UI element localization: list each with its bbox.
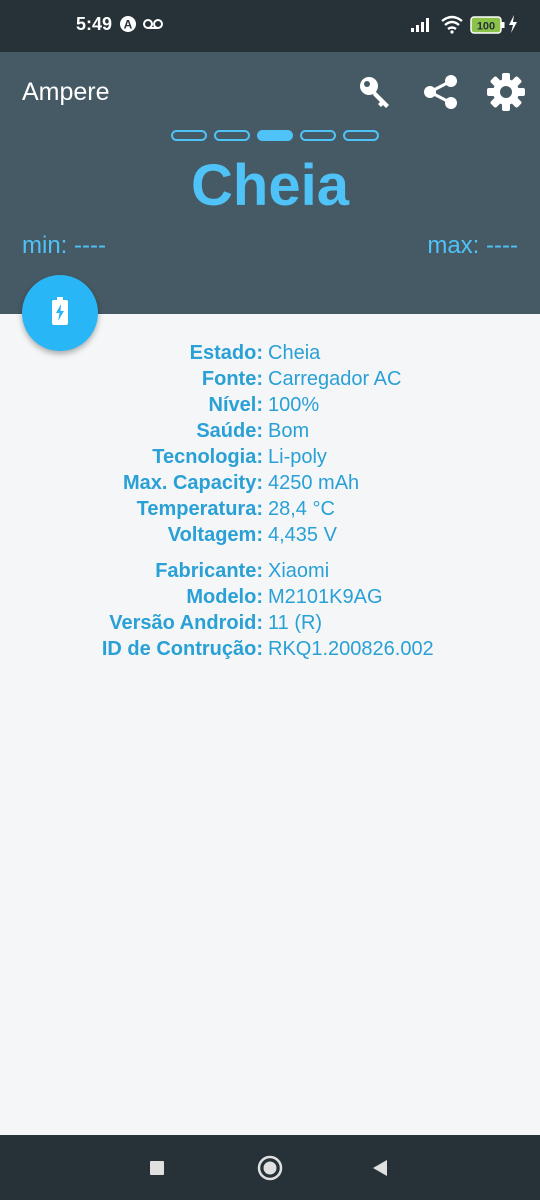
info-row: Modelo: M2101K9AG	[0, 584, 540, 610]
info-row: Nível: 100%	[0, 392, 540, 418]
page-indicator-dot[interactable]	[171, 130, 207, 141]
info-row: Fonte: Carregador AC	[0, 366, 540, 392]
battery-info-panel: Estado: Cheia Fonte: Carregador AC Nível: 1…	[0, 340, 540, 662]
key-icon[interactable]	[356, 72, 396, 112]
auto-icon: A	[118, 14, 138, 36]
max-value: max: ----	[427, 232, 518, 259]
info-value: 4,435 V	[268, 524, 337, 546]
wifi-icon	[440, 14, 464, 36]
system-nav-bar	[0, 1135, 540, 1200]
charging-icon	[508, 14, 518, 36]
battery-charging-icon	[50, 296, 70, 331]
info-label: Fonte:	[201, 368, 263, 390]
info-value: M2101K9AG	[268, 586, 383, 608]
info-label: Saúde:	[196, 420, 263, 442]
app-title: Ampere	[22, 78, 110, 106]
info-label: Temperatura:	[136, 498, 263, 520]
min-value: min: ----	[22, 232, 106, 259]
info-label: Fabricante:	[155, 560, 263, 582]
info-row: Voltagem: 4,435 V	[0, 522, 540, 548]
info-value: Bom	[268, 420, 310, 442]
info-label: Versão Android:	[109, 612, 263, 634]
info-value: 11 (R)	[268, 612, 323, 634]
info-value: Li-poly	[268, 446, 327, 468]
recents-button[interactable]	[148, 1159, 166, 1182]
info-value: 4250 mAh	[268, 472, 360, 494]
info-row: Max. Capacity: 4250 mAh	[0, 470, 540, 496]
info-label: Voltagem:	[167, 524, 263, 546]
page-indicator-dot[interactable]	[214, 130, 250, 141]
info-value: 100%	[268, 394, 320, 416]
info-label: Modelo:	[186, 586, 263, 608]
page-indicator-dot[interactable]	[300, 130, 336, 141]
info-row: Versão Android: 11 (R)	[0, 610, 540, 636]
voicemail-icon	[142, 14, 164, 36]
info-row: ID de Contrução: RKQ1.200826.002	[0, 636, 540, 662]
battery-icon: 100	[470, 15, 506, 37]
battery-status-title: Cheia	[191, 153, 349, 218]
svg-text:100: 100	[477, 21, 495, 33]
info-label: Nível:	[208, 394, 263, 416]
info-label: ID de Contrução:	[101, 638, 263, 660]
info-value: 28,4 °C	[268, 498, 335, 520]
settings-icon[interactable]	[486, 72, 526, 112]
home-button[interactable]	[256, 1154, 284, 1187]
info-value: Cheia	[268, 342, 321, 364]
signal-icon	[410, 14, 434, 36]
info-row: Tecnologia: Li-poly	[0, 444, 540, 470]
info-row: Saúde: Bom	[0, 418, 540, 444]
status-time: 5:49	[76, 14, 113, 34]
svg-text:A: A	[124, 18, 133, 32]
info-value: Xiaomi	[268, 560, 330, 582]
info-label: Tecnologia:	[152, 446, 263, 468]
page-indicator-dot[interactable]	[343, 130, 379, 141]
battery-fab-button[interactable]	[22, 275, 98, 351]
info-row: Temperatura: 28,4 °C	[0, 496, 540, 522]
info-row: Fabricante: Xiaomi	[0, 558, 540, 584]
info-value: Carregador AC	[268, 368, 402, 390]
page-indicator-dot-active[interactable]	[257, 130, 293, 141]
app-header: Ampere Cheia min: ---- max: ----	[0, 52, 540, 314]
back-button[interactable]	[370, 1158, 390, 1183]
info-value: RKQ1.200826.002	[268, 638, 434, 660]
page-indicator	[171, 130, 379, 141]
info-label: Max. Capacity:	[122, 472, 263, 494]
status-bar: 5:49 A 100	[0, 0, 540, 52]
share-icon[interactable]	[421, 72, 461, 112]
